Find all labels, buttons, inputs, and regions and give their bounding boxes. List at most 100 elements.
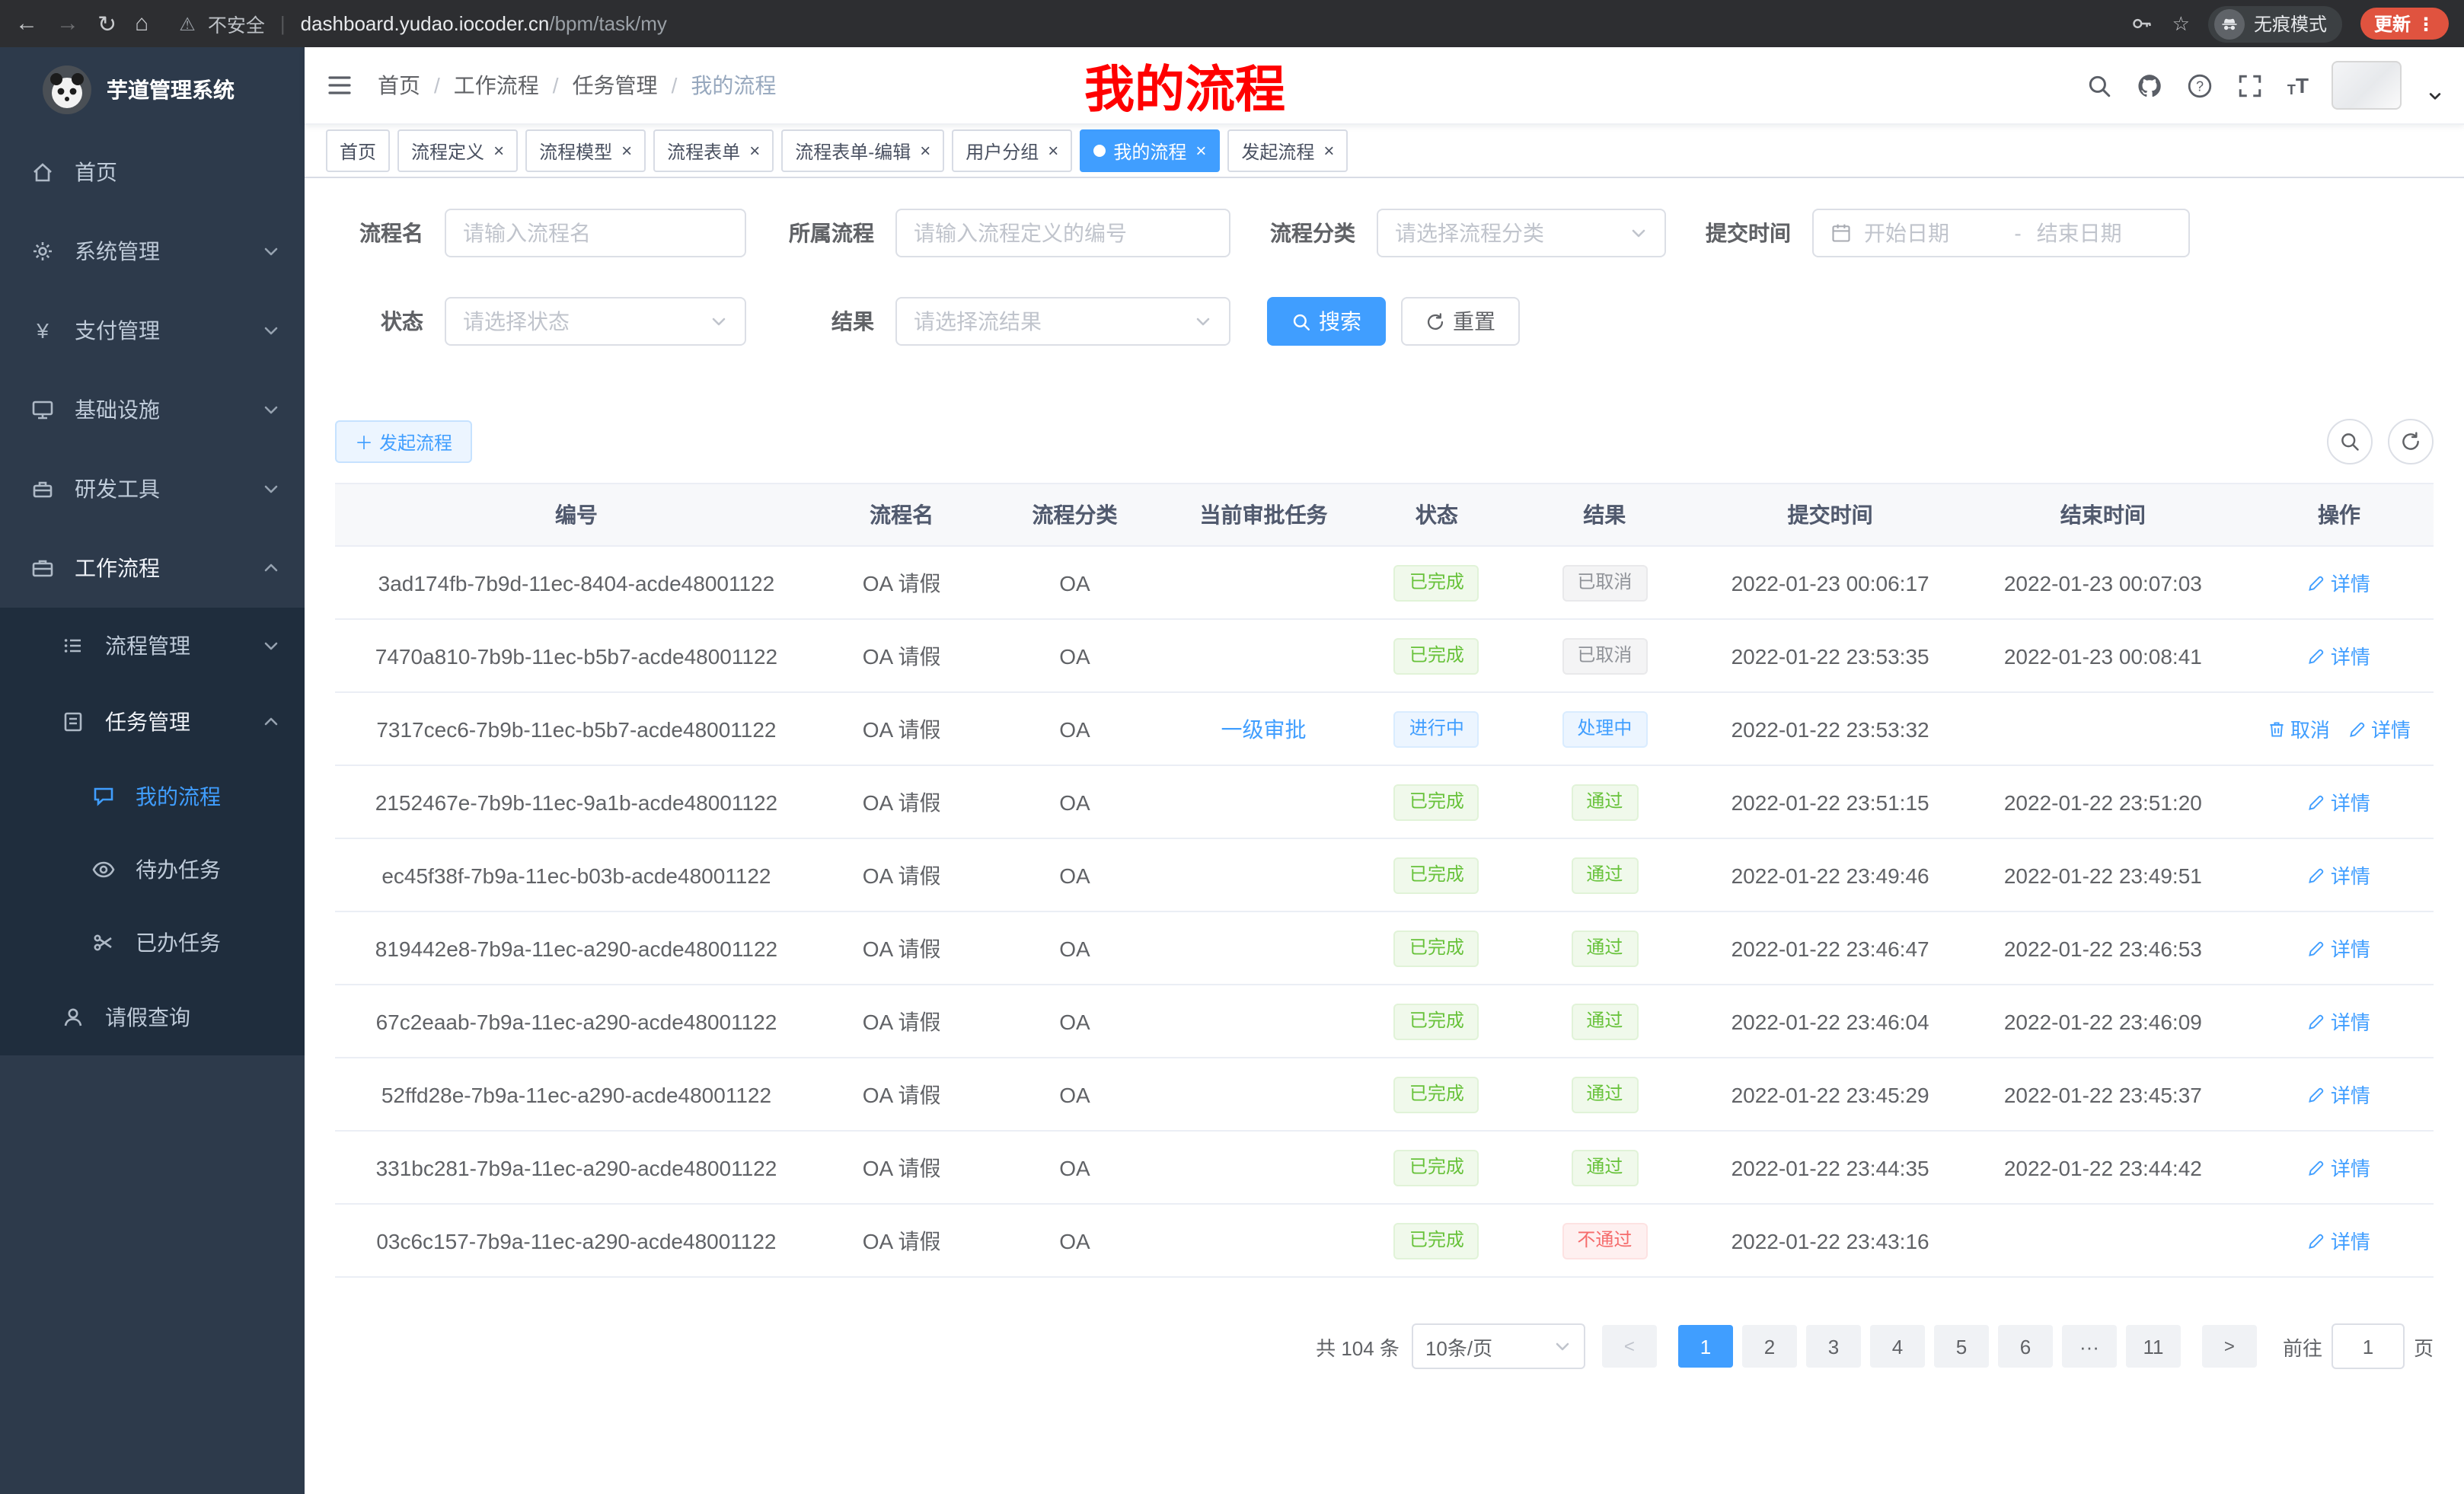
pager-page[interactable]: 11 <box>2126 1325 2181 1368</box>
pager-page[interactable]: 2 <box>1742 1325 1797 1368</box>
cell-id: 03c6c157-7b9a-11ec-a290-acde48001122 <box>335 1204 818 1277</box>
help-icon[interactable]: ? <box>2187 72 2214 99</box>
tab-process-form[interactable]: 流程表单× <box>653 129 774 172</box>
cell-name: OA 请假 <box>818 692 985 765</box>
sidebar-item-label: 研发工具 <box>75 474 160 504</box>
scissors-icon <box>91 931 116 955</box>
cell-result: 通过 <box>1510 911 1699 985</box>
sidebar-item-done-tasks[interactable]: 已办任务 <box>0 906 305 979</box>
tab-process-definition[interactable]: 流程定义× <box>397 129 518 172</box>
address-bar[interactable]: ⚠ 不安全 | dashboard.yudao.iocoder.cn/bpm/t… <box>179 9 2130 38</box>
detail-action[interactable]: 详情 <box>2308 934 2370 962</box>
sidebar-item-system[interactable]: 系统管理 <box>0 212 305 291</box>
fullscreen-icon[interactable] <box>2237 72 2265 99</box>
tab-start-process[interactable]: 发起流程 × <box>1227 129 1348 172</box>
cancel-action[interactable]: 取消 <box>2268 714 2330 743</box>
tab-home[interactable]: 首页 <box>326 129 390 172</box>
detail-action[interactable]: 详情 <box>2348 714 2411 743</box>
reload-icon[interactable]: ↻ <box>97 10 116 37</box>
sidebar-item-my-process[interactable]: 我的流程 <box>0 760 305 833</box>
detail-action[interactable]: 详情 <box>2308 1007 2370 1036</box>
pager-next-button[interactable]: > <box>2202 1325 2257 1368</box>
status-badge: 已完成 <box>1394 784 1479 820</box>
back-icon[interactable]: ← <box>15 11 38 37</box>
cell-task: 一级审批 <box>1164 692 1364 765</box>
key-icon[interactable] <box>2131 12 2154 35</box>
pager-page[interactable]: 6 <box>1998 1325 2053 1368</box>
cell-actions: 详情 <box>2245 838 2434 911</box>
tab-close-icon[interactable]: × <box>920 142 930 160</box>
breadcrumb-task-mgmt[interactable]: 任务管理 <box>573 70 658 101</box>
sidebar-toggle-icon[interactable] <box>326 72 353 99</box>
sidebar-item-process-mgmt[interactable]: 流程管理 <box>0 608 305 684</box>
filter-label-category: 流程分类 <box>1267 218 1355 248</box>
tab-close-icon[interactable]: × <box>1048 142 1058 160</box>
pager-prev-button[interactable]: < <box>1602 1325 1657 1368</box>
detail-action[interactable]: 详情 <box>2308 1080 2370 1109</box>
sidebar-item-infra[interactable]: 基础设施 <box>0 370 305 449</box>
pager-pages: 123456···11 <box>1674 1325 2185 1368</box>
cell-actions: 详情 <box>2245 985 2434 1058</box>
tab-process-model[interactable]: 流程模型× <box>525 129 646 172</box>
sidebar-item-home[interactable]: 首页 <box>0 132 305 212</box>
sidebar-item-task-mgmt[interactable]: 任务管理 <box>0 684 305 760</box>
browser-menu-icon[interactable]: ⋮ <box>2417 13 2435 34</box>
detail-action[interactable]: 详情 <box>2308 787 2370 816</box>
chevron-up-icon <box>262 713 280 731</box>
detail-action[interactable]: 详情 <box>2308 568 2370 597</box>
tab-label: 发起流程 <box>1241 138 1314 164</box>
toggle-search-button[interactable] <box>2327 419 2373 464</box>
cell-category: OA <box>985 1204 1163 1277</box>
process-name-input[interactable]: 请输入流程名 <box>445 209 746 257</box>
breadcrumb-workflow[interactable]: 工作流程 <box>454 70 539 101</box>
sidebar-item-devtools[interactable]: 研发工具 <box>0 449 305 528</box>
table-row: 2152467e-7b9b-11ec-9a1b-acde48001122OA 请… <box>335 765 2434 838</box>
tab-close-icon[interactable]: × <box>621 142 632 160</box>
sidebar-item-leave-query[interactable]: 请假查询 <box>0 979 305 1055</box>
bookmark-star-icon[interactable]: ☆ <box>2172 11 2190 36</box>
table-row: 819442e8-7b9a-11ec-a290-acde48001122OA 请… <box>335 911 2434 985</box>
category-select[interactable]: 请选择流程分类 <box>1377 209 1666 257</box>
refresh-table-button[interactable] <box>2388 419 2434 464</box>
pager-page[interactable]: 3 <box>1806 1325 1861 1368</box>
detail-action[interactable]: 详情 <box>2308 641 2370 670</box>
avatar-caret-icon[interactable] <box>2427 88 2443 104</box>
tab-process-form-edit[interactable]: 流程表单-编辑× <box>781 129 944 172</box>
tab-close-icon[interactable]: × <box>1195 142 1206 160</box>
pager-page[interactable]: 1 <box>1678 1325 1733 1368</box>
pager-ellipsis[interactable]: ··· <box>2062 1325 2117 1368</box>
tab-close-icon[interactable]: × <box>749 142 760 160</box>
sidebar-item-workflow[interactable]: 工作流程 <box>0 528 305 608</box>
pager-page[interactable]: 4 <box>1870 1325 1925 1368</box>
pager-goto-input[interactable] <box>2332 1323 2405 1369</box>
tab-close-icon[interactable]: × <box>1323 142 1334 160</box>
update-button[interactable]: 更新 ⋮ <box>2360 8 2449 40</box>
create-process-button[interactable]: ＋ 发起流程 <box>335 420 472 463</box>
search-button[interactable]: 搜索 <box>1267 297 1386 346</box>
current-task-link[interactable]: 一级审批 <box>1221 717 1307 741</box>
detail-action[interactable]: 详情 <box>2308 860 2370 889</box>
calendar-icon <box>1830 222 1852 244</box>
page-size-select[interactable]: 10条/页 <box>1412 1323 1585 1369</box>
status-select[interactable]: 请选择状态 <box>445 297 746 346</box>
result-select[interactable]: 请选择流结果 <box>895 297 1230 346</box>
detail-action[interactable]: 详情 <box>2308 1153 2370 1182</box>
tab-user-group[interactable]: 用户分组× <box>952 129 1072 172</box>
forward-icon[interactable]: → <box>56 11 79 37</box>
breadcrumb-home[interactable]: 首页 <box>378 70 420 101</box>
font-size-icon[interactable]: TT <box>2287 73 2309 97</box>
process-definition-input[interactable]: 请输入流程定义的编号 <box>895 209 1230 257</box>
sidebar-item-todo-tasks[interactable]: 待办任务 <box>0 833 305 906</box>
tab-my-process[interactable]: 我的流程× <box>1080 129 1220 172</box>
reset-button[interactable]: 重置 <box>1401 297 1520 346</box>
home-icon[interactable]: ⌂ <box>135 11 148 37</box>
user-avatar[interactable] <box>2332 61 2402 110</box>
detail-action[interactable]: 详情 <box>2308 1226 2370 1255</box>
search-icon[interactable] <box>2086 72 2114 99</box>
github-icon[interactable] <box>2137 72 2164 99</box>
sidebar-item-label: 我的流程 <box>136 781 221 812</box>
pager-page[interactable]: 5 <box>1934 1325 1989 1368</box>
tab-close-icon[interactable]: × <box>493 142 504 160</box>
sidebar-item-payment[interactable]: ¥ 支付管理 <box>0 291 305 370</box>
date-range-picker[interactable]: 开始日期 - 结束日期 <box>1812 209 2190 257</box>
